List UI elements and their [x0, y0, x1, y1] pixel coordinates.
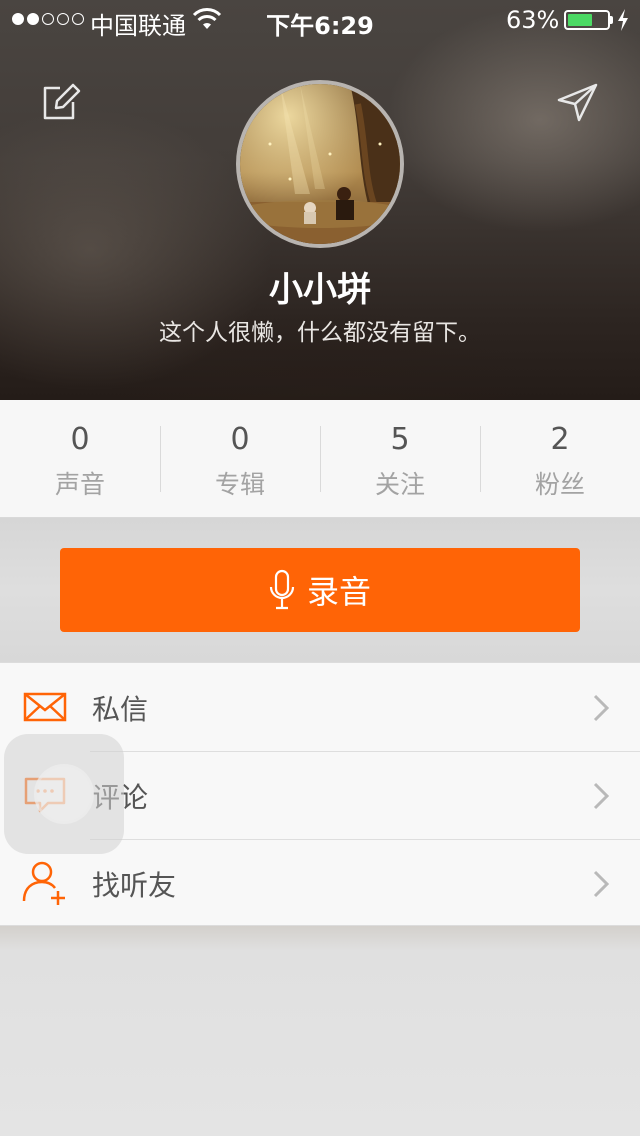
battery-percent: 63%: [506, 6, 560, 34]
battery-level: [568, 14, 592, 26]
stat-label: 关注: [374, 470, 425, 499]
user-bio: 这个人很懒，什么都没有留下。: [159, 320, 481, 346]
stat-value: 2: [550, 422, 570, 457]
charging-bolt-icon: [618, 9, 628, 31]
battery-icon: [564, 10, 610, 30]
username: 小小垪: [269, 270, 371, 310]
stat-fans[interactable]: 2 粉丝: [480, 400, 640, 517]
chevron-right-icon: [593, 694, 610, 722]
assistive-touch-button[interactable]: [4, 734, 124, 854]
stat-label: 粉丝: [534, 470, 585, 499]
record-label: 录音: [306, 573, 371, 611]
chevron-right-icon: [593, 782, 610, 810]
stat-value: 0: [70, 422, 90, 457]
envelope-icon: [23, 692, 67, 722]
stat-following[interactable]: 5 关注: [320, 400, 480, 517]
add-friend-icon: [22, 861, 65, 905]
record-area: 录音: [0, 518, 640, 662]
microphone-icon: [269, 569, 295, 610]
stat-value: 0: [230, 422, 250, 457]
stat-value: 5: [390, 422, 410, 457]
record-button[interactable]: 录音: [60, 548, 580, 632]
menu-label: 私信: [92, 693, 149, 726]
menu-label: 找听友: [92, 869, 177, 902]
avatar[interactable]: [236, 80, 404, 248]
stat-sounds[interactable]: 0 声音: [0, 400, 160, 517]
stats-bar: 0 声音 0 专辑 5 关注 2 粉丝: [0, 400, 640, 518]
chevron-right-icon: [593, 870, 610, 898]
edit-icon[interactable]: [40, 80, 84, 124]
empty-background: [0, 926, 640, 1136]
profile-header: 中国联通 下午6:29 63% 小小垪 这个人很懒，什么都没有留下。: [0, 0, 640, 400]
status-bar: 中国联通 下午6:29 63%: [0, 0, 640, 40]
send-icon[interactable]: [556, 80, 600, 124]
assistive-touch-dot: [34, 764, 94, 824]
stat-label: 专辑: [214, 470, 265, 499]
battery-nub: [610, 16, 613, 24]
stat-albums[interactable]: 0 专辑: [160, 400, 320, 517]
stat-label: 声音: [54, 470, 105, 499]
avatar-image: [240, 84, 400, 244]
